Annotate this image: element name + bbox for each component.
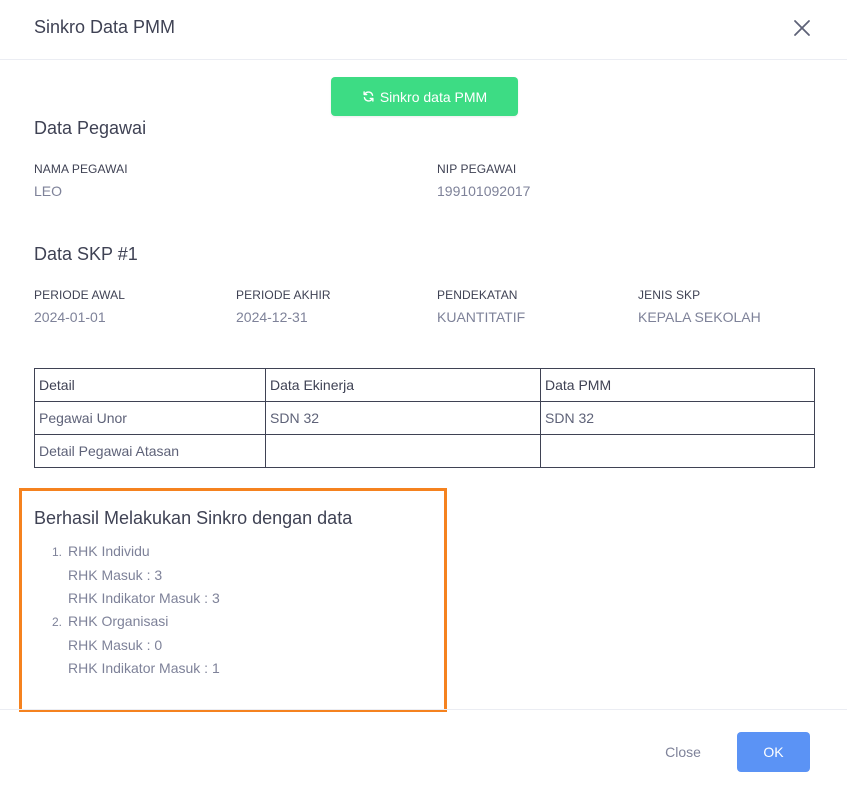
list-item-number: 1. — [52, 545, 63, 559]
periode-akhir-label: PERIODE AKHIR — [236, 288, 331, 302]
nama-pegawai-value: LEO — [34, 183, 63, 199]
list-item: RHK Masuk : 3 — [52, 564, 220, 587]
ok-button[interactable]: OK — [737, 732, 810, 772]
section-title-skp: Data SKP #1 — [34, 244, 138, 264]
list-item: 2. RHK Organisasi — [52, 610, 220, 634]
table-cell: Pegawai Unor — [34, 401, 266, 435]
close-icon[interactable] — [791, 17, 813, 39]
modal-title: Sinkro Data PMM — [34, 17, 176, 37]
rhk-indikator-masuk: RHK Indikator Masuk : 1 — [68, 660, 220, 676]
sync-pmm-button[interactable]: Sinkro data PMM — [331, 77, 518, 116]
list-item-number: 2. — [52, 615, 63, 629]
list-item: RHK Masuk : 0 — [52, 634, 220, 657]
table-row: Detail Pegawai Atasan — [34, 434, 815, 468]
table-header-cell: Data PMM — [540, 368, 815, 402]
list-item: RHK Indikator Masuk : 3 — [52, 587, 220, 610]
table-header-cell: Data Ekinerja — [265, 368, 541, 402]
table-cell: SDN 32 — [265, 401, 541, 435]
modal-header: Sinkro Data PMM — [0, 0, 847, 60]
sync-button-label: Sinkro data PMM — [379, 88, 488, 105]
table-header-cell: Detail — [34, 368, 266, 402]
table-cell: Detail Pegawai Atasan — [34, 434, 266, 468]
list-item: 1. RHK Individu — [52, 540, 220, 564]
periode-awal-value: 2024-01-01 — [34, 309, 106, 325]
table-header-row: Detail Data Ekinerja Data PMM — [34, 368, 815, 402]
list-item: RHK Indikator Masuk : 1 — [52, 657, 220, 680]
jenis-skp-value: KEPALA SEKOLAH — [638, 309, 761, 325]
table-cell — [540, 434, 815, 468]
periode-awal-label: PERIODE AWAL — [34, 288, 126, 302]
rhk-indikator-masuk: RHK Indikator Masuk : 3 — [68, 590, 220, 606]
rhk-masuk: RHK Masuk : 3 — [68, 567, 163, 583]
sync-icon — [363, 91, 374, 102]
rhk-masuk: RHK Masuk : 0 — [68, 637, 163, 653]
sync-modal: Sinkro Data PMM Sinkro data PMM Data Peg… — [0, 0, 847, 787]
pendekatan-value: KUANTITATIF — [437, 309, 526, 325]
nama-pegawai-label: NAMA PEGAWAI — [34, 162, 128, 176]
section-title-pegawai: Data Pegawai — [34, 118, 147, 138]
modal-footer — [0, 709, 847, 787]
pendekatan-label: PENDEKATAN — [437, 288, 518, 302]
comparison-table: Detail Data Ekinerja Data PMM Pegawai Un… — [34, 368, 815, 468]
rhk-result-list: 1. RHK Individu RHK Masuk : 3 RHK Indikat… — [52, 540, 220, 680]
table-cell: SDN 32 — [540, 401, 815, 435]
nip-pegawai-label: NIP PEGAWAI — [437, 162, 517, 176]
list-item-name: RHK Individu — [68, 543, 150, 559]
nip-pegawai-value: 199101092017 — [437, 183, 531, 199]
periode-akhir-value: 2024-12-31 — [236, 309, 308, 325]
result-title: Berhasil Melakukan Sinkro dengan data — [34, 508, 353, 528]
close-button[interactable]: Close — [650, 733, 716, 771]
table-row: Pegawai Unor SDN 32 SDN 32 — [34, 401, 815, 435]
jenis-skp-label: JENIS SKP — [638, 288, 701, 302]
table-cell — [265, 434, 541, 468]
list-item-name: RHK Organisasi — [68, 613, 169, 629]
